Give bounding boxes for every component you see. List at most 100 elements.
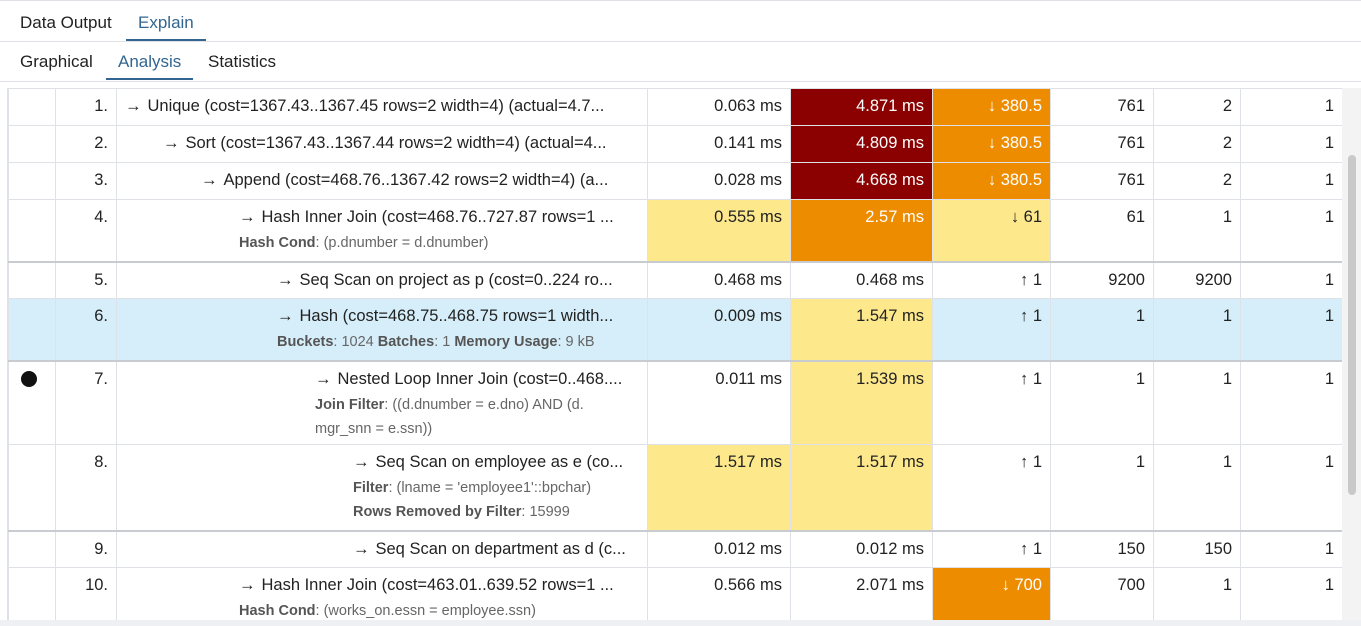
tab-explain[interactable]: Explain	[126, 13, 206, 41]
row-number: 2.	[55, 125, 117, 163]
actual-rows: 61	[1050, 199, 1154, 262]
plan-node-cell: → Hash (cost=468.75..468.75 rows=1 width.…	[116, 298, 648, 361]
tab-statistics[interactable]: Statistics	[208, 52, 276, 72]
plan-node-text: Hash (cost=468.75..468.75 rows=1 width..…	[299, 307, 614, 325]
arrow-right-icon: →	[277, 307, 294, 325]
actual-rows: 1	[1050, 444, 1154, 531]
loops: 1	[1240, 567, 1342, 622]
inclusive-time: 2.071 ms	[790, 567, 933, 622]
table-row[interactable]: 2. → Sort (cost=1367.43..1367.44 rows=2 wi…	[8, 125, 1342, 163]
detail-value: : 9 kB	[557, 334, 595, 350]
plan-node-text: Nested Loop Inner Join (cost=0..468....	[337, 369, 623, 388]
actual-rows: 1	[1050, 298, 1154, 361]
row-marker-cell[interactable]	[8, 359, 56, 445]
detail-value: : (lname = 'employee1'::bpchar)	[388, 480, 592, 496]
loops: 1	[1240, 199, 1342, 262]
table-row[interactable]: 4. → Hash Inner Join (cost=468.76..727.87 …	[8, 199, 1342, 262]
plan-node-details: Hash Cond: (works_on.essn = employee.ssn…	[239, 599, 639, 622]
row-number: 6.	[55, 298, 117, 361]
table-row[interactable]: 7. → Nested Loop Inner Join (cost=0..468..…	[8, 359, 1342, 445]
analysis-table: 1. → Unique (cost=1367.43..1367.45 rows=2 …	[8, 88, 1342, 622]
plan-node-text: Sort (cost=1367.43..1367.44 rows=2 width…	[185, 134, 607, 152]
exclusive-time: 0.012 ms	[647, 529, 791, 568]
row-marker-cell[interactable]	[8, 125, 56, 163]
table-row[interactable]: 1. → Unique (cost=1367.43..1367.45 rows=2 …	[8, 88, 1342, 126]
row-marker-cell[interactable]	[8, 199, 56, 262]
exclusive-time: 0.555 ms	[647, 199, 791, 262]
detail-key: Hash Cond	[239, 235, 316, 251]
horizontal-scrollbar[interactable]	[0, 620, 1361, 626]
inclusive-time: 0.468 ms	[790, 260, 933, 299]
row-marker-cell[interactable]	[8, 162, 56, 200]
exclusive-time: 1.517 ms	[647, 444, 791, 531]
arrow-right-icon: →	[201, 171, 218, 189]
rows-x-estimate: ↓ 380.5	[932, 162, 1051, 200]
rows-x-estimate: ↑ 1	[932, 529, 1051, 568]
inclusive-time: 1.539 ms	[790, 359, 933, 445]
rows-x-estimate: ↓ 380.5	[932, 88, 1051, 126]
table-row[interactable]: 6. → Hash (cost=468.75..468.75 rows=1 widt…	[8, 298, 1342, 361]
plan-node-cell: → Seq Scan on department as d (c...	[116, 529, 648, 568]
inclusive-time: 2.57 ms	[790, 199, 933, 262]
plan-node-details: Buckets: 1024 Batches: 1 Memory Usage: 9…	[277, 330, 639, 354]
detail-key: Batches	[377, 334, 435, 350]
plan-rows: 9200	[1153, 260, 1241, 299]
arrow-right-icon: →	[315, 369, 332, 388]
row-marker-cell[interactable]	[8, 529, 56, 568]
arrow-right-icon: →	[239, 208, 256, 226]
row-marker-cell[interactable]	[8, 444, 56, 531]
arrow-right-icon: →	[353, 539, 370, 558]
table-row[interactable]: 9. → Seq Scan on department as d (c... 0.01…	[8, 529, 1342, 568]
plan-rows: 1	[1153, 444, 1241, 531]
actual-rows: 761	[1050, 88, 1154, 126]
exclusive-time: 0.063 ms	[647, 88, 791, 126]
table-row[interactable]: 8. → Seq Scan on employee as e (co... Filte…	[8, 444, 1342, 531]
plan-rows: 2	[1153, 162, 1241, 200]
plan-rows: 2	[1153, 88, 1241, 126]
breakpoint-dot-icon	[21, 370, 37, 387]
plan-node-cell: → Nested Loop Inner Join (cost=0..468....…	[116, 359, 648, 445]
arrow-right-icon: →	[239, 576, 256, 594]
plan-node-details: Hash Cond: (p.dnumber = d.dnumber)	[239, 231, 639, 255]
plan-node-text: Seq Scan on department as d (c...	[375, 539, 626, 558]
table-row[interactable]: 5. → Seq Scan on project as p (cost=0..224…	[8, 260, 1342, 299]
loops: 1	[1240, 260, 1342, 299]
tab-data-output[interactable]: Data Output	[20, 13, 112, 33]
row-marker-cell[interactable]	[8, 298, 56, 361]
rows-x-estimate: ↑ 1	[932, 260, 1051, 299]
plan-node-text: Unique (cost=1367.43..1367.45 rows=2 wid…	[147, 97, 605, 115]
inclusive-time: 1.517 ms	[790, 444, 933, 531]
inclusive-time: 4.871 ms	[790, 88, 933, 126]
rows-x-estimate: ↓ 380.5	[932, 125, 1051, 163]
plan-node-text: Seq Scan on employee as e (co...	[375, 453, 624, 471]
exclusive-time: 0.468 ms	[647, 260, 791, 299]
rows-x-estimate: ↑ 1	[932, 444, 1051, 531]
tab-analysis[interactable]: Analysis	[105, 52, 194, 80]
plan-rows: 150	[1153, 529, 1241, 568]
loops: 1	[1240, 359, 1342, 445]
actual-rows: 150	[1050, 529, 1154, 568]
plan-node-cell: → Hash Inner Join (cost=463.01..639.52 ro…	[116, 567, 648, 622]
arrow-right-icon: →	[353, 453, 370, 471]
table-row[interactable]: 3. → Append (cost=468.76..1367.42 rows=2 w…	[8, 162, 1342, 200]
tab-graphical[interactable]: Graphical	[20, 52, 93, 72]
table-row[interactable]: 10. → Hash Inner Join (cost=463.01..639.52…	[8, 567, 1342, 622]
inclusive-time: 1.547 ms	[790, 298, 933, 361]
loops: 1	[1240, 162, 1342, 200]
row-number: 3.	[55, 162, 117, 200]
loops: 1	[1240, 444, 1342, 531]
actual-rows: 761	[1050, 162, 1154, 200]
explain-subtabs-bar: Graphical Analysis Statistics	[0, 42, 1361, 82]
scrollbar-thumb[interactable]	[1348, 155, 1356, 495]
loops: 1	[1240, 125, 1342, 163]
row-marker-cell[interactable]	[8, 88, 56, 126]
inclusive-time: 4.668 ms	[790, 162, 933, 200]
detail-key: Join Filter	[315, 396, 385, 413]
explain-tabs-bar: Data Output Explain	[0, 0, 1361, 42]
row-marker-cell[interactable]	[8, 567, 56, 622]
exclusive-time: 0.566 ms	[647, 567, 791, 622]
row-number: 8.	[55, 444, 117, 531]
plan-node-cell: → Unique (cost=1367.43..1367.45 rows=2 wi…	[116, 88, 648, 126]
row-marker-cell[interactable]	[8, 260, 56, 299]
plan-node-cell: → Sort (cost=1367.43..1367.44 rows=2 widt…	[116, 125, 648, 163]
